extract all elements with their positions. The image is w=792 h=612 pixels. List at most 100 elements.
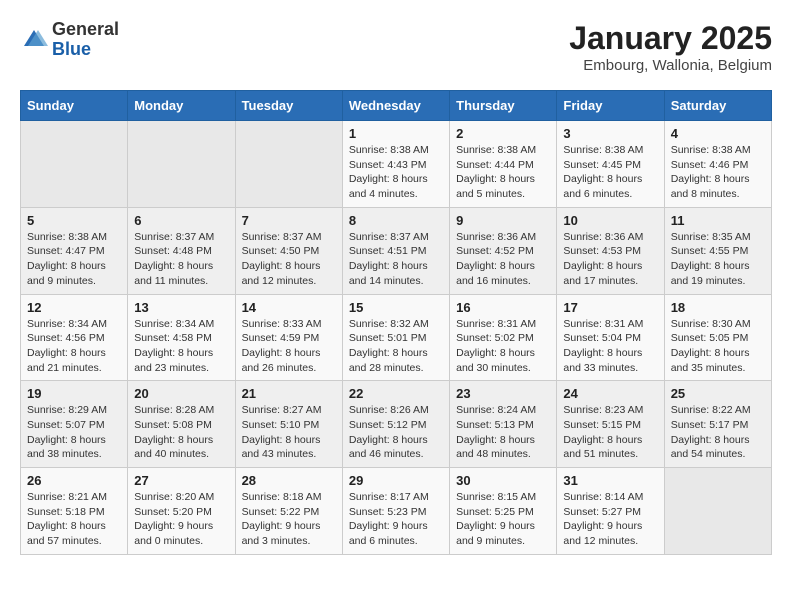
day-info: Sunrise: 8:36 AM Sunset: 4:53 PM Dayligh… xyxy=(563,230,657,289)
calendar-cell: 10 Sunrise: 8:36 AM Sunset: 4:53 PM Dayli… xyxy=(557,207,664,294)
calendar-cell: 7 Sunrise: 8:37 AM Sunset: 4:50 PM Daylig… xyxy=(235,207,342,294)
day-info: Sunrise: 8:32 AM Sunset: 5:01 PM Dayligh… xyxy=(349,317,443,376)
calendar-title: January 2025 xyxy=(569,20,772,57)
calendar-table: SundayMondayTuesdayWednesdayThursdayFrid… xyxy=(20,90,772,555)
day-number: 30 xyxy=(456,473,550,488)
calendar-cell: 29 Sunrise: 8:17 AM Sunset: 5:23 PM Dayli… xyxy=(342,468,449,555)
day-info: Sunrise: 8:26 AM Sunset: 5:12 PM Dayligh… xyxy=(349,403,443,462)
day-number: 4 xyxy=(671,126,765,141)
calendar-cell: 21 Sunrise: 8:27 AM Sunset: 5:10 PM Dayli… xyxy=(235,381,342,468)
day-info: Sunrise: 8:31 AM Sunset: 5:02 PM Dayligh… xyxy=(456,317,550,376)
day-number: 8 xyxy=(349,213,443,228)
day-number: 5 xyxy=(27,213,121,228)
calendar-cell xyxy=(21,121,128,208)
day-info: Sunrise: 8:36 AM Sunset: 4:52 PM Dayligh… xyxy=(456,230,550,289)
day-info: Sunrise: 8:34 AM Sunset: 4:58 PM Dayligh… xyxy=(134,317,228,376)
calendar-cell xyxy=(128,121,235,208)
logo-blue-text: Blue xyxy=(52,39,91,59)
calendar-cell: 14 Sunrise: 8:33 AM Sunset: 4:59 PM Dayli… xyxy=(235,294,342,381)
calendar-cell: 23Sunrise: 8:24 AM Sunset: 5:13 PM Dayli… xyxy=(450,381,557,468)
day-info: Sunrise: 8:37 AM Sunset: 4:48 PM Dayligh… xyxy=(134,230,228,289)
logo-icon xyxy=(20,26,48,54)
day-info: Sunrise: 8:27 AM Sunset: 5:10 PM Dayligh… xyxy=(242,403,336,462)
weekday-header-row: SundayMondayTuesdayWednesdayThursdayFrid… xyxy=(21,91,772,121)
day-info: Sunrise: 8:31 AM Sunset: 5:04 PM Dayligh… xyxy=(563,317,657,376)
day-number: 7 xyxy=(242,213,336,228)
day-info: Sunrise: 8:35 AM Sunset: 4:55 PM Dayligh… xyxy=(671,230,765,289)
calendar-cell: 27 Sunrise: 8:20 AM Sunset: 5:20 PM Dayli… xyxy=(128,468,235,555)
calendar-cell: 13 Sunrise: 8:34 AM Sunset: 4:58 PM Dayli… xyxy=(128,294,235,381)
day-info: Sunrise: 8:14 AM Sunset: 5:27 PM Dayligh… xyxy=(563,490,657,549)
day-number: 6 xyxy=(134,213,228,228)
day-info: Sunrise: 8:38 AM Sunset: 4:45 PM Dayligh… xyxy=(563,143,657,202)
day-info: Sunrise: 8:30 AM Sunset: 5:05 PM Dayligh… xyxy=(671,317,765,376)
calendar-cell xyxy=(235,121,342,208)
day-info: Sunrise: 8:38 AM Sunset: 4:46 PM Dayligh… xyxy=(671,143,765,202)
day-info: Sunrise: 8:28 AM Sunset: 5:08 PM Dayligh… xyxy=(134,403,228,462)
calendar-cell xyxy=(664,468,771,555)
day-info: Sunrise: 8:38 AM Sunset: 4:43 PM Dayligh… xyxy=(349,143,443,202)
day-number: 29 xyxy=(349,473,443,488)
calendar-week-row: 1 Sunrise: 8:38 AM Sunset: 4:43 PM Daylig… xyxy=(21,121,772,208)
calendar-cell: 17 Sunrise: 8:31 AM Sunset: 5:04 PM Dayli… xyxy=(557,294,664,381)
day-info: Sunrise: 8:38 AM Sunset: 4:47 PM Dayligh… xyxy=(27,230,121,289)
weekday-header: Thursday xyxy=(450,91,557,121)
calendar-cell: 22 Sunrise: 8:26 AM Sunset: 5:12 PM Dayli… xyxy=(342,381,449,468)
day-number: 25 xyxy=(671,386,765,401)
day-info: Sunrise: 8:38 AM Sunset: 4:44 PM Dayligh… xyxy=(456,143,550,202)
day-number: 21 xyxy=(242,386,336,401)
calendar-subtitle: Embourg, Wallonia, Belgium xyxy=(569,57,772,74)
day-info: Sunrise: 8:34 AM Sunset: 4:56 PM Dayligh… xyxy=(27,317,121,376)
day-number: 22 xyxy=(349,386,443,401)
day-number: 17 xyxy=(563,300,657,315)
day-number: 1 xyxy=(349,126,443,141)
calendar-cell: 8 Sunrise: 8:37 AM Sunset: 4:51 PM Daylig… xyxy=(342,207,449,294)
day-info: Sunrise: 8:29 AM Sunset: 5:07 PM Dayligh… xyxy=(27,403,121,462)
calendar-week-row: 26Sunrise: 8:21 AM Sunset: 5:18 PM Dayli… xyxy=(21,468,772,555)
calendar-cell: 30 Sunrise: 8:15 AM Sunset: 5:25 PM Dayli… xyxy=(450,468,557,555)
calendar-cell: 2 Sunrise: 8:38 AM Sunset: 4:44 PM Daylig… xyxy=(450,121,557,208)
weekday-header: Sunday xyxy=(21,91,128,121)
calendar-cell: 18Sunrise: 8:30 AM Sunset: 5:05 PM Dayli… xyxy=(664,294,771,381)
logo-general-text: General xyxy=(52,19,119,39)
day-info: Sunrise: 8:15 AM Sunset: 5:25 PM Dayligh… xyxy=(456,490,550,549)
calendar-cell: 28Sunrise: 8:18 AM Sunset: 5:22 PM Dayli… xyxy=(235,468,342,555)
day-number: 26 xyxy=(27,473,121,488)
day-number: 13 xyxy=(134,300,228,315)
day-number: 14 xyxy=(242,300,336,315)
calendar-cell: 11 Sunrise: 8:35 AM Sunset: 4:55 PM Dayli… xyxy=(664,207,771,294)
day-info: Sunrise: 8:33 AM Sunset: 4:59 PM Dayligh… xyxy=(242,317,336,376)
day-number: 11 xyxy=(671,213,765,228)
calendar-week-row: 5 Sunrise: 8:38 AM Sunset: 4:47 PM Daylig… xyxy=(21,207,772,294)
calendar-cell: 26Sunrise: 8:21 AM Sunset: 5:18 PM Dayli… xyxy=(21,468,128,555)
weekday-header: Wednesday xyxy=(342,91,449,121)
logo: General Blue xyxy=(20,20,119,60)
calendar-cell: 31 Sunrise: 8:14 AM Sunset: 5:27 PM Dayli… xyxy=(557,468,664,555)
day-number: 27 xyxy=(134,473,228,488)
day-info: Sunrise: 8:37 AM Sunset: 4:51 PM Dayligh… xyxy=(349,230,443,289)
calendar-cell: 1 Sunrise: 8:38 AM Sunset: 4:43 PM Daylig… xyxy=(342,121,449,208)
day-number: 31 xyxy=(563,473,657,488)
day-number: 15 xyxy=(349,300,443,315)
calendar-cell: 3 Sunrise: 8:38 AM Sunset: 4:45 PM Daylig… xyxy=(557,121,664,208)
calendar-cell: 24Sunrise: 8:23 AM Sunset: 5:15 PM Dayli… xyxy=(557,381,664,468)
day-info: Sunrise: 8:17 AM Sunset: 5:23 PM Dayligh… xyxy=(349,490,443,549)
calendar-cell: 9 Sunrise: 8:36 AM Sunset: 4:52 PM Daylig… xyxy=(450,207,557,294)
calendar-cell: 19 Sunrise: 8:29 AM Sunset: 5:07 PM Dayli… xyxy=(21,381,128,468)
calendar-week-row: 19 Sunrise: 8:29 AM Sunset: 5:07 PM Dayli… xyxy=(21,381,772,468)
weekday-header: Monday xyxy=(128,91,235,121)
day-info: Sunrise: 8:37 AM Sunset: 4:50 PM Dayligh… xyxy=(242,230,336,289)
day-number: 2 xyxy=(456,126,550,141)
weekday-header: Saturday xyxy=(664,91,771,121)
calendar-cell: 25Sunrise: 8:22 AM Sunset: 5:17 PM Dayli… xyxy=(664,381,771,468)
weekday-header: Friday xyxy=(557,91,664,121)
day-number: 10 xyxy=(563,213,657,228)
calendar-cell: 12Sunrise: 8:34 AM Sunset: 4:56 PM Dayli… xyxy=(21,294,128,381)
day-info: Sunrise: 8:18 AM Sunset: 5:22 PM Dayligh… xyxy=(242,490,336,549)
calendar-cell: 16Sunrise: 8:31 AM Sunset: 5:02 PM Dayli… xyxy=(450,294,557,381)
day-info: Sunrise: 8:20 AM Sunset: 5:20 PM Dayligh… xyxy=(134,490,228,549)
page-header: General Blue January 2025 Embourg, Wallo… xyxy=(20,20,772,74)
day-number: 9 xyxy=(456,213,550,228)
day-number: 19 xyxy=(27,386,121,401)
day-number: 3 xyxy=(563,126,657,141)
